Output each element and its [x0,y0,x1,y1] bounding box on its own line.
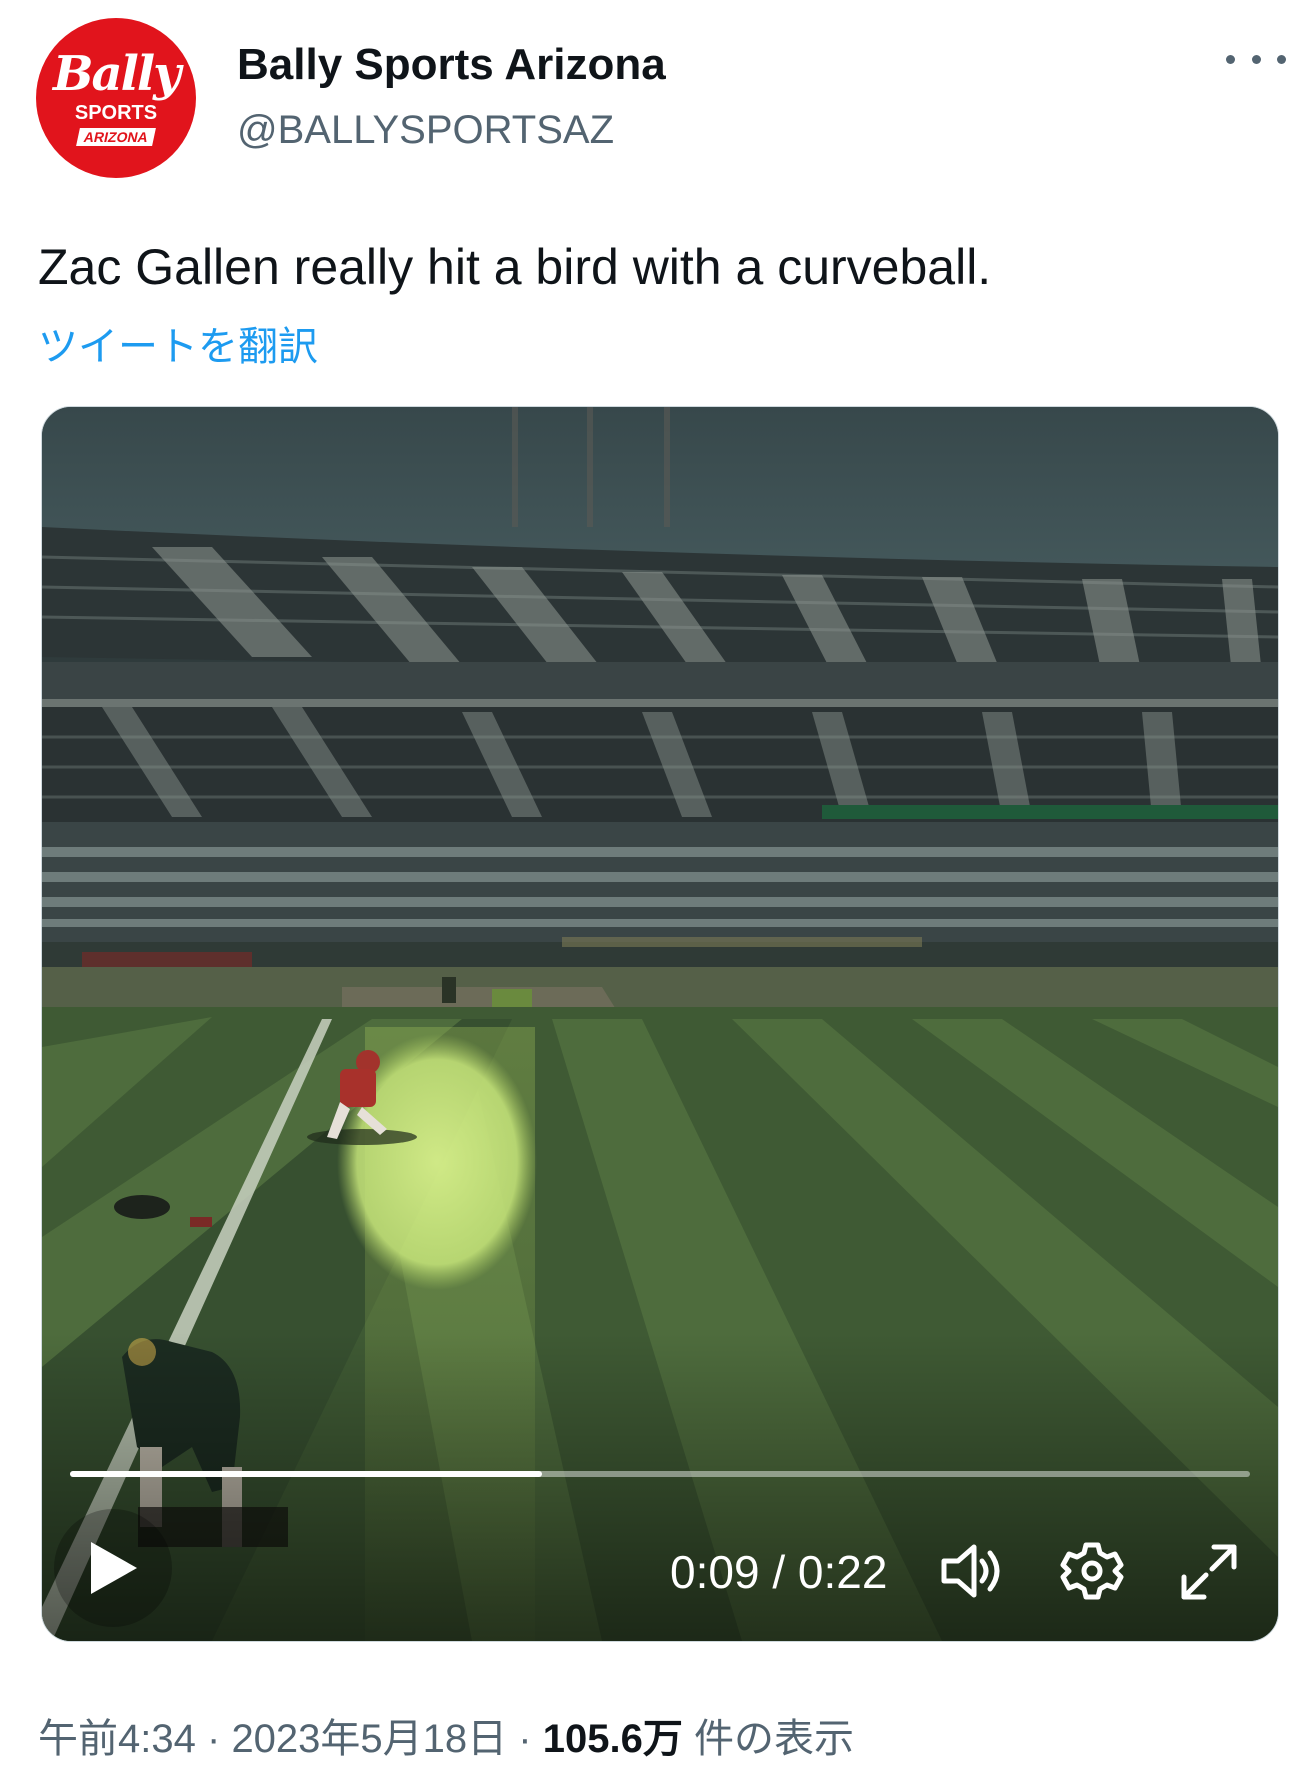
video-player[interactable]: 0:09 / 0:22 [41,406,1279,1642]
user-handle[interactable]: @BALLYSPORTSAZ [237,108,614,153]
more-icon[interactable] [1226,44,1286,74]
play-button[interactable] [54,1509,172,1627]
tweet-time[interactable]: 午前4:34 [38,1717,196,1761]
video-progress-fill [70,1471,542,1477]
avatar-sub-text: SPORTS [74,102,158,124]
meta-dot: · [206,1717,221,1761]
meta-dot: · [518,1717,532,1761]
display-name[interactable]: Bally Sports Arizona [237,40,666,90]
tweet-text: Zac Gallen really hit a bird with a curv… [38,239,992,295]
video-progress-track[interactable] [70,1471,1250,1477]
video-time: 0:09 / 0:22 [670,1545,887,1599]
fullscreen-icon[interactable] [1178,1541,1240,1603]
current-time: 0:09 [670,1546,760,1598]
avatar-brand-text: Bally [52,46,181,102]
avatar[interactable]: Bally SPORTS ARIZONA [36,18,196,178]
settings-icon[interactable] [1060,1539,1124,1603]
view-count[interactable]: 105.6万 [543,1717,683,1761]
volume-icon[interactable] [938,1541,1004,1601]
view-count-label: 件の表示 [693,1717,854,1761]
translate-link[interactable]: ツイートを翻訳 [38,314,318,372]
play-icon [91,1542,137,1594]
duration: 0:22 [797,1546,888,1598]
tweet-date[interactable]: 2023年5月18日 [231,1717,507,1761]
avatar-region-text: ARIZONA [76,128,156,146]
video-frame [42,407,1278,1641]
time-separator: / [772,1546,786,1598]
tweet-meta: 午前4:34 · 2023年5月18日 · 105.6万 件の表示 [38,1706,854,1764]
